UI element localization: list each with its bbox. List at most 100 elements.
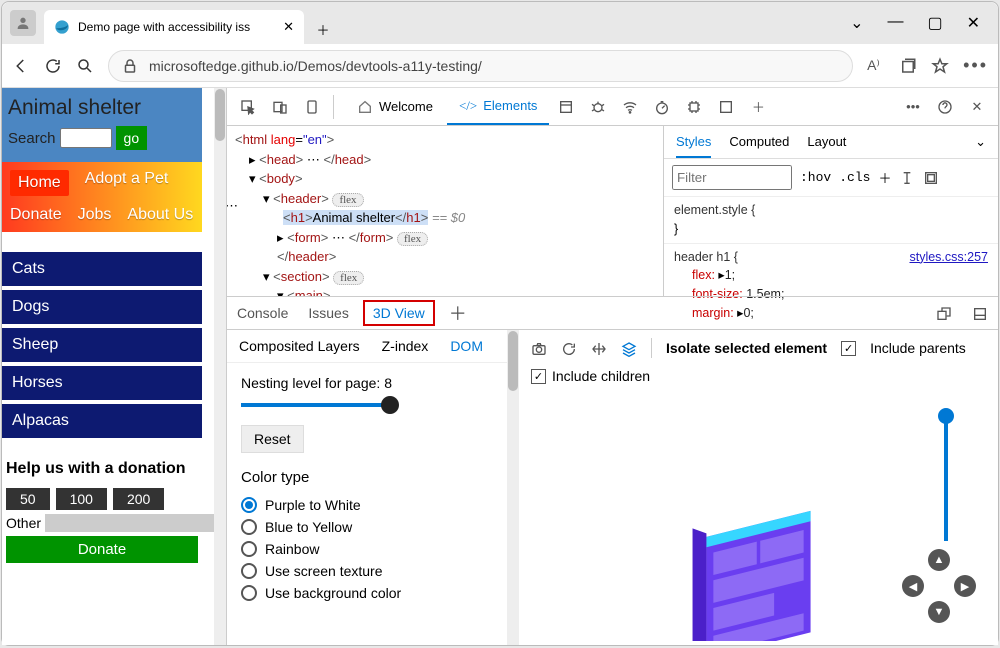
chip-200[interactable]: 200 bbox=[113, 488, 164, 510]
nav-jobs[interactable]: Jobs bbox=[78, 206, 112, 224]
styles-filter-input[interactable] bbox=[672, 165, 792, 190]
read-aloud-icon[interactable]: A⁾ bbox=[867, 57, 885, 75]
device-icon[interactable] bbox=[265, 98, 295, 115]
pan-mode-icon[interactable] bbox=[591, 339, 607, 356]
app2-icon[interactable] bbox=[711, 98, 741, 115]
search-input[interactable] bbox=[60, 128, 112, 148]
pan-left-button[interactable]: ◀ bbox=[902, 575, 924, 597]
device-icon-2[interactable] bbox=[297, 98, 327, 115]
profile-avatar[interactable] bbox=[10, 10, 36, 36]
chevron-down-icon[interactable]: ⌄ bbox=[975, 134, 986, 150]
tab-styles[interactable]: Styles bbox=[676, 134, 711, 158]
reset-button[interactable]: Reset bbox=[241, 425, 304, 453]
snapshot-icon[interactable] bbox=[531, 339, 547, 356]
radio-rainbow[interactable] bbox=[241, 541, 257, 557]
new-tab-button[interactable]: ＋ bbox=[308, 14, 338, 44]
demo-page: Animal shelter Search go Home Adopt a Pe… bbox=[2, 88, 214, 645]
cat-horses[interactable]: Horses bbox=[2, 366, 202, 400]
radio-texture[interactable] bbox=[241, 563, 257, 579]
inspect-icon[interactable] bbox=[233, 98, 263, 115]
search-icon[interactable] bbox=[76, 57, 94, 75]
tree-more-icon[interactable]: ⋯ bbox=[227, 196, 238, 216]
nav-home[interactable]: Home bbox=[10, 170, 69, 196]
include-children-checkbox[interactable] bbox=[531, 369, 546, 384]
layers-icon[interactable] bbox=[621, 339, 637, 356]
sidebar-scrollbar[interactable] bbox=[507, 330, 519, 645]
tab-dom[interactable]: DOM bbox=[450, 338, 483, 354]
refresh-icon[interactable] bbox=[44, 57, 62, 75]
dock-icon[interactable] bbox=[936, 304, 952, 321]
tab-console[interactable]: Console bbox=[237, 305, 288, 321]
donate-button[interactable]: Donate bbox=[6, 536, 198, 563]
zoom-slider[interactable] bbox=[944, 414, 948, 541]
include-parents-checkbox[interactable] bbox=[841, 341, 856, 356]
collections-icon[interactable] bbox=[899, 57, 917, 75]
tab-composited[interactable]: Composited Layers bbox=[239, 338, 360, 354]
hov-button[interactable]: :hov bbox=[800, 170, 831, 185]
back-icon[interactable] bbox=[12, 57, 30, 75]
nav-about[interactable]: About Us bbox=[127, 206, 193, 224]
elements-tree[interactable]: <html lang="en"> ▸ <head> ⋯ </head> ▾ <b… bbox=[227, 126, 663, 296]
highlight-box: 3D View bbox=[363, 300, 435, 326]
browser-tab[interactable]: Demo page with accessibility iss ✕ bbox=[44, 10, 304, 44]
cat-sheep[interactable]: Sheep bbox=[2, 328, 202, 362]
color-type-heading: Color type bbox=[241, 469, 493, 486]
cat-dogs[interactable]: Dogs bbox=[2, 290, 202, 324]
help-icon[interactable] bbox=[930, 98, 960, 115]
nesting-slider[interactable] bbox=[241, 403, 391, 407]
add-drawer-tab-icon[interactable]: ＋ bbox=[449, 300, 467, 326]
tab-3dview[interactable]: 3D View bbox=[373, 305, 425, 321]
cls-button[interactable]: .cls bbox=[839, 170, 870, 185]
new-rule-icon[interactable]: ＋ bbox=[878, 168, 891, 187]
network-icon[interactable] bbox=[615, 98, 645, 115]
go-button[interactable]: go bbox=[116, 126, 148, 150]
pan-control: ▲ ▼ ◀ ▶ bbox=[902, 549, 976, 623]
other-input[interactable] bbox=[45, 514, 214, 532]
pan-down-button[interactable]: ▼ bbox=[928, 601, 950, 623]
maximize-icon[interactable]: ▢ bbox=[927, 13, 942, 33]
perf-icon[interactable] bbox=[647, 98, 677, 115]
nav-adopt[interactable]: Adopt a Pet bbox=[85, 170, 169, 196]
radio-purple[interactable] bbox=[241, 497, 257, 513]
tab-zindex[interactable]: Z-index bbox=[382, 338, 429, 354]
source-link[interactable]: styles.css:257 bbox=[909, 248, 988, 267]
memory-icon[interactable] bbox=[679, 98, 709, 115]
app-icon[interactable] bbox=[551, 98, 581, 115]
flex-editor-icon[interactable] bbox=[923, 169, 939, 186]
3d-viewport[interactable]: Isolate selected element Include parents… bbox=[519, 330, 998, 645]
nesting-label: Nesting level for page: 8 bbox=[241, 375, 493, 391]
tab-welcome[interactable]: Welcome bbox=[345, 90, 445, 124]
tab-computed[interactable]: Computed bbox=[729, 134, 789, 150]
chip-100[interactable]: 100 bbox=[56, 488, 107, 510]
pan-up-button[interactable]: ▲ bbox=[928, 549, 950, 571]
minimize-icon[interactable]: — bbox=[887, 13, 903, 33]
bug-icon[interactable] bbox=[583, 98, 613, 115]
add-tab-icon[interactable]: ＋ bbox=[743, 97, 773, 116]
close-tab-icon[interactable]: ✕ bbox=[283, 19, 294, 35]
cat-cats[interactable]: Cats bbox=[2, 252, 202, 286]
reload-icon[interactable] bbox=[561, 339, 577, 356]
3d-sidebar: Composited Layers Z-index DOM Nesting le… bbox=[227, 330, 507, 645]
more-icon[interactable]: ••• bbox=[963, 55, 988, 76]
tab-elements[interactable]: </> Elements bbox=[447, 89, 549, 125]
chip-50[interactable]: 50 bbox=[6, 488, 50, 510]
devtools-more-icon[interactable]: ••• bbox=[898, 99, 928, 114]
tab-layout[interactable]: Layout bbox=[807, 134, 846, 150]
page-scrollbar[interactable] bbox=[214, 88, 226, 645]
close-icon[interactable]: ✕ bbox=[967, 13, 980, 33]
other-label: Other bbox=[6, 515, 41, 531]
expand-icon[interactable] bbox=[972, 304, 988, 321]
chevron-down-icon[interactable]: ⌄ bbox=[850, 13, 863, 33]
font-editor-icon[interactable] bbox=[899, 169, 915, 186]
cat-alpacas[interactable]: Alpacas bbox=[2, 404, 202, 438]
radio-bg[interactable] bbox=[241, 585, 257, 601]
nav-donate[interactable]: Donate bbox=[10, 206, 62, 224]
address-bar[interactable]: microsoftedge.github.io/Demos/devtools-a… bbox=[108, 50, 853, 82]
radio-blue[interactable] bbox=[241, 519, 257, 535]
titlebar: Demo page with accessibility iss ✕ ＋ ⌄ —… bbox=[2, 2, 998, 44]
favorite-icon[interactable] bbox=[931, 57, 949, 75]
devtools-close-icon[interactable]: ✕ bbox=[962, 99, 992, 115]
pan-right-button[interactable]: ▶ bbox=[954, 575, 976, 597]
tab-issues[interactable]: Issues bbox=[308, 305, 348, 321]
tab-title: Demo page with accessibility iss bbox=[78, 20, 275, 34]
